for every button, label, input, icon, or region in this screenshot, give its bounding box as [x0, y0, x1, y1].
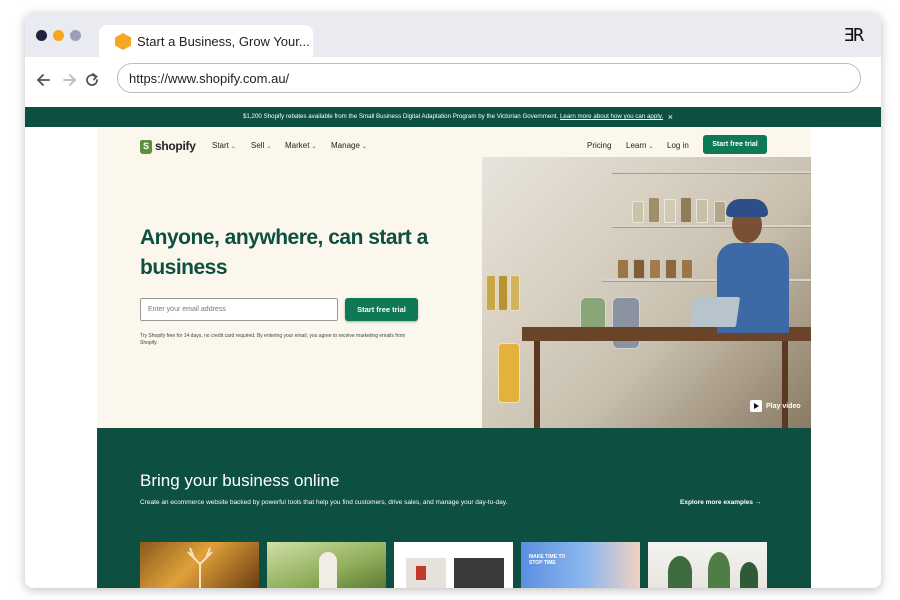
product-item [416, 566, 426, 580]
jar [664, 199, 676, 223]
brand-mark: ƎR [843, 25, 864, 46]
chevron-down-icon: ⌄ [361, 144, 367, 150]
banner-link[interactable]: Learn more about how you can apply. [560, 113, 663, 120]
explore-examples-link[interactable]: Explore more examples → [680, 499, 761, 506]
thumbnail-text: MAKE TIME TO STOP TIME [529, 554, 566, 566]
logo-text: shopify [155, 139, 196, 153]
example-thumbnail-5[interactable] [648, 542, 767, 588]
laptop [689, 297, 741, 327]
example-thumbnail-4[interactable]: MAKE TIME TO STOP TIME [521, 542, 640, 588]
jar [633, 259, 645, 279]
nav-sell[interactable]: Sell ⌄ [251, 141, 271, 150]
jar [680, 197, 692, 223]
jar [648, 197, 660, 223]
forward-arrow-icon[interactable] [60, 71, 78, 89]
reload-icon[interactable] [83, 71, 101, 89]
nav-manage[interactable]: Manage ⌄ [331, 141, 367, 150]
play-icon [750, 400, 762, 412]
tab-title: Start a Business, Grow Your... [137, 34, 310, 49]
browser-tab[interactable]: Start a Business, Grow Your... [99, 25, 313, 59]
back-arrow-icon[interactable] [35, 71, 53, 89]
hero-headline: Anyone, anywhere, can start a business [140, 226, 428, 279]
table-leg [782, 341, 788, 428]
window-close-dot[interactable] [36, 30, 47, 41]
browser-toolbar: https://www.shopify.com.au/ [25, 57, 881, 107]
shelf [612, 171, 811, 174]
nav-start[interactable]: Start ⌄ [212, 141, 236, 150]
banner-close-icon[interactable]: × [668, 107, 673, 127]
product-image [454, 558, 504, 588]
jar [649, 259, 661, 279]
window-maximize-dot[interactable] [70, 30, 81, 41]
jar [714, 201, 726, 223]
nav-pricing[interactable]: Pricing [587, 141, 611, 150]
hero-start-trial-button[interactable]: Start free trial [345, 298, 418, 321]
product-image [406, 558, 446, 588]
promo-banner: $1,200 Shopify rebates available from th… [25, 107, 881, 127]
chevron-down-icon: ⌄ [648, 144, 654, 150]
jar [665, 259, 677, 279]
address-bar[interactable]: https://www.shopify.com.au/ [117, 63, 861, 93]
nav-login[interactable]: Log in [667, 141, 689, 150]
shopify-page: shopify Start⌄ Sell⌄ Market⌄ Manage⌄ Pri… [97, 127, 811, 588]
example-thumbnail-2[interactable] [267, 542, 386, 588]
online-business-section: Bring your business online Create an eco… [97, 428, 811, 588]
plant [708, 552, 730, 588]
email-input[interactable]: Enter your email address [140, 298, 338, 321]
play-video-button[interactable]: Play video [750, 400, 801, 412]
hero-photo: Play video [482, 157, 811, 428]
example-thumbnail-1[interactable] [140, 542, 259, 588]
chevron-down-icon: ⌄ [311, 144, 317, 150]
chevron-down-icon: ⌄ [230, 144, 236, 150]
header-start-trial-button[interactable]: Start free trial [703, 135, 767, 154]
jar [696, 199, 708, 223]
window-minimize-dot[interactable] [53, 30, 64, 41]
hero-section: shopify Start⌄ Sell⌄ Market⌄ Manage⌄ Pri… [97, 127, 811, 428]
browser-window: Start a Business, Grow Your... ƎR https:… [25, 13, 881, 588]
plant [668, 556, 692, 588]
jar [498, 275, 508, 311]
table-leg [534, 341, 540, 428]
section-title: Bring your business online [140, 471, 340, 490]
url-text: https://www.shopify.com.au/ [129, 71, 290, 86]
chevron-down-icon: ⌄ [266, 144, 272, 150]
head-wrap [726, 199, 768, 217]
jar [681, 259, 693, 279]
trial-disclaimer: Try Shopify free for 14 days, no credit … [140, 333, 406, 346]
bottle [498, 343, 520, 403]
jar [486, 275, 496, 311]
example-thumbnail-3[interactable] [394, 542, 513, 588]
section-description: Create an ecommerce website backed by po… [140, 499, 508, 506]
nav-market[interactable]: Market ⌄ [285, 141, 316, 150]
jar [510, 275, 520, 311]
shelf [612, 225, 811, 228]
nav-learn[interactable]: Learn ⌄ [626, 141, 654, 150]
plant [740, 562, 758, 588]
antler-icon [187, 547, 213, 588]
jar [632, 201, 644, 223]
banner-text: $1,200 Shopify rebates available from th… [242, 113, 559, 120]
jar [617, 259, 629, 279]
figure [319, 552, 337, 588]
jar [612, 297, 640, 349]
shopping-bag-icon [140, 140, 152, 154]
page-viewport: $1,200 Shopify rebates available from th… [25, 107, 881, 588]
favicon-icon [115, 33, 131, 50]
